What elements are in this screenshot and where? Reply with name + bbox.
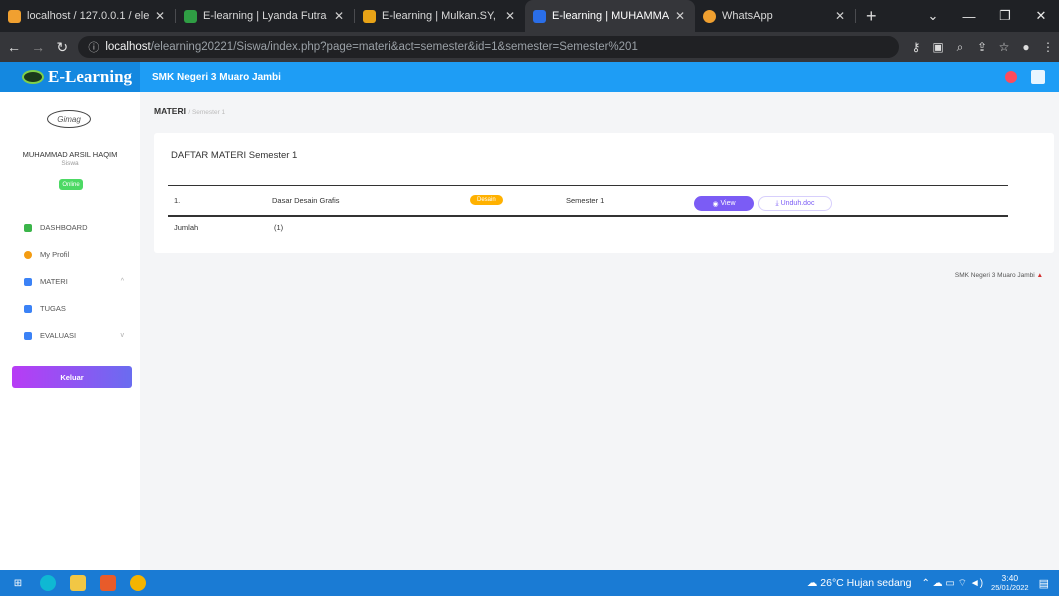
notification-center-icon[interactable]: ▤: [1039, 577, 1049, 590]
row-number: 1.: [174, 196, 181, 205]
windows-start-icon[interactable]: ⊞: [10, 575, 26, 591]
file-icon: [24, 304, 32, 313]
eye-icon: ◉: [712, 200, 721, 208]
profile-icon: [24, 250, 32, 259]
sidebar-item-tugas[interactable]: TUGAS: [0, 295, 140, 322]
brand-logo[interactable]: E-Learning: [0, 62, 140, 92]
site-icon: [363, 9, 376, 23]
key-icon[interactable]: ⚷: [905, 40, 927, 54]
close-icon[interactable]: ✕: [835, 9, 845, 23]
browser-tab[interactable]: localhost / 127.0.0.1 / elernin ✕: [0, 0, 175, 32]
table-divider: [168, 215, 1008, 217]
menu-dots-icon[interactable]: ⋮: [1037, 40, 1059, 54]
flag-icon[interactable]: [1031, 70, 1045, 84]
semester-cell: Semester 1: [566, 196, 605, 205]
summary-row: Jumlah (1): [168, 221, 1008, 237]
dashboard-icon: [24, 223, 32, 232]
sidebar-item-dashboard[interactable]: DASHBOARD: [0, 214, 140, 241]
sidebar-item-evaluasi[interactable]: EVALUASI v: [0, 322, 140, 349]
clock[interactable]: 3:40 25/01/2022: [991, 573, 1029, 593]
panel-title: DAFTAR MATERI Semester 1: [171, 150, 298, 161]
address-bar-row: ← → ↻ ⓘ localhost /elearning20221/Siswa/…: [0, 32, 1059, 62]
view-button[interactable]: ◉ View: [694, 196, 754, 211]
browser-tab-active[interactable]: E-learning | MUHAMMAD AF ✕: [525, 0, 695, 32]
whatsapp-icon: [703, 9, 716, 23]
sidebar-menu: DASHBOARD My Profil MATERI ^ TUGAS EVALU…: [0, 214, 140, 349]
profile-icon[interactable]: ●: [1015, 40, 1037, 54]
sidebar-item-materi[interactable]: MATERI ^: [0, 268, 140, 295]
materi-panel: DAFTAR MATERI Semester 1 1. Dasar Desain…: [154, 133, 1054, 253]
graduation-cap-icon: ▲: [1036, 272, 1043, 279]
file-explorer-icon[interactable]: [70, 575, 86, 591]
edge-icon[interactable]: [40, 575, 56, 591]
browser-tab[interactable]: E-learning | Lyanda Futra ✕: [176, 0, 354, 32]
bookmark-star-icon[interactable]: ☆: [993, 40, 1015, 54]
file-icon: [24, 277, 32, 286]
status-badge: Online: [59, 179, 83, 190]
avatar: Gimag: [47, 110, 91, 128]
download-button[interactable]: ⤓ Unduh.doc: [758, 196, 832, 211]
reload-icon[interactable]: ↻: [52, 39, 72, 56]
eye-logo-icon: [22, 70, 44, 84]
notification-icon[interactable]: [1005, 71, 1017, 83]
browser-tab[interactable]: WhatsApp ✕: [695, 0, 855, 32]
taskbar: ⊞ ☁ 26°C Hujan sedang ⌃ ☁ ▭ ⌔ ◄) 3:40 25…: [0, 570, 1059, 596]
site-icon: [184, 9, 197, 23]
minimize-button[interactable]: —: [951, 9, 987, 24]
close-icon[interactable]: ✕: [155, 9, 165, 23]
breadcrumb: MATERI / Semester 1: [154, 106, 226, 116]
school-name: SMK Negeri 3 Muaro Jambi: [152, 71, 281, 83]
chevron-up-icon: ^: [120, 278, 124, 285]
sidebar-item-profil[interactable]: My Profil: [0, 241, 140, 268]
maximize-button[interactable]: ❐: [987, 8, 1023, 24]
site-icon: [533, 9, 546, 23]
phpmyadmin-icon: [8, 9, 21, 23]
chevron-down-icon: v: [120, 332, 125, 339]
chrome-icon[interactable]: [130, 575, 146, 591]
user-name: MUHAMMAD ARSIL HAQIM: [22, 150, 118, 159]
file-icon: [24, 331, 32, 340]
browser-tab[interactable]: E-learning | Mulkan.SY, S.Kon ✕: [355, 0, 525, 32]
browser-tab-bar: localhost / 127.0.0.1 / elernin ✕ E-lear…: [0, 0, 1059, 32]
weather-widget[interactable]: ☁ 26°C Hujan sedang: [807, 577, 912, 589]
category-badge: Desain: [470, 195, 503, 205]
translate-icon[interactable]: ▣: [927, 40, 949, 54]
window-close-button[interactable]: ✕: [1023, 8, 1059, 24]
new-tab-button[interactable]: +: [856, 0, 887, 32]
summary-value: (1): [274, 223, 284, 232]
materi-name: Dasar Desain Grafis: [272, 196, 340, 205]
zoom-icon[interactable]: ⌕: [949, 40, 971, 55]
close-icon[interactable]: ✕: [505, 9, 515, 23]
share-icon[interactable]: ⇪: [971, 40, 993, 54]
user-role: Siswa: [61, 160, 79, 167]
table-row: 1. Dasar Desain Grafis Desain Semester 1…: [168, 191, 1008, 213]
summary-label: Jumlah: [174, 223, 199, 232]
system-tray-icons[interactable]: ⌃ ☁ ▭ ⌔ ◄): [921, 577, 983, 590]
footer: SMK Negeri 3 Muaro Jambi ▲: [954, 272, 1043, 279]
url-field[interactable]: ⓘ localhost /elearning20221/Siswa/index.…: [78, 36, 899, 58]
logout-button[interactable]: Keluar: [12, 366, 132, 388]
close-icon[interactable]: ✕: [675, 9, 685, 23]
back-icon[interactable]: ←: [4, 39, 24, 55]
forward-icon[interactable]: →: [28, 39, 48, 55]
table-divider: [168, 185, 1008, 186]
weather-cloud-icon: ☁: [806, 577, 821, 589]
office-icon[interactable]: [100, 575, 116, 591]
tab-search-icon[interactable]: ⌄: [915, 8, 951, 24]
close-icon[interactable]: ✕: [334, 9, 344, 23]
app-header: E-Learning SMK Negeri 3 Muaro Jambi: [0, 62, 1059, 92]
sidebar: Gimag MUHAMMAD ARSIL HAQIM Siswa Online …: [0, 92, 140, 570]
site-info-icon[interactable]: ⓘ: [88, 39, 99, 55]
